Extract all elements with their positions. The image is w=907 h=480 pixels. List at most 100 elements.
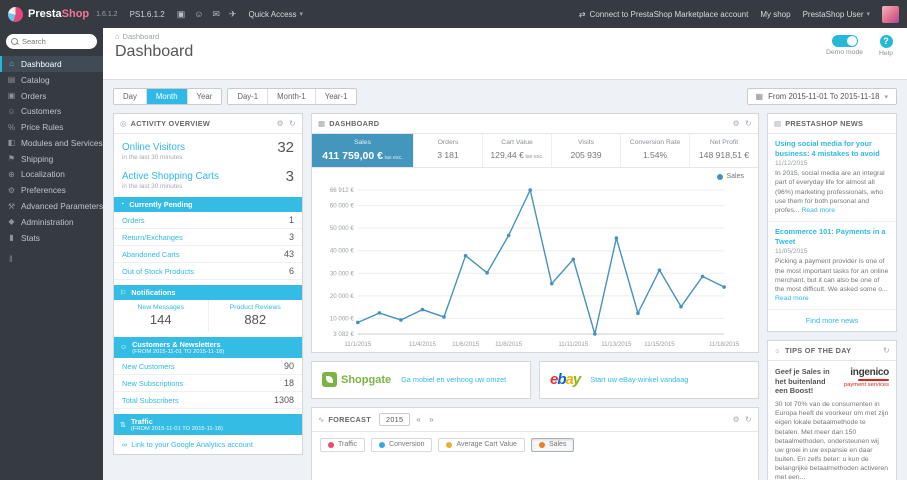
metric-tab-orders[interactable]: Orders 3 181 (414, 134, 483, 167)
news-article-title[interactable]: Using social media for your business: 4 … (775, 139, 889, 158)
envelope-icon[interactable]: ✉ (212, 9, 220, 20)
filter-day-1-button[interactable]: Day-1 (228, 89, 269, 104)
legend-dot (538, 441, 545, 448)
svg-text:40 000 €: 40 000 € (330, 247, 355, 254)
activity-stat-link[interactable]: Active Shopping Carts (122, 171, 219, 182)
svg-text:66 912 €: 66 912 € (330, 186, 355, 193)
refresh-icon[interactable]: ↻ (745, 119, 752, 128)
sidebar-collapse-button[interactable]: ‖ (9, 254, 94, 264)
toggle-switch[interactable] (831, 35, 858, 47)
forecast-legend-sales[interactable]: Sales (530, 437, 575, 452)
ingenico-logo: ingenico payment services (844, 367, 889, 396)
google-analytics-link[interactable]: ∞ Link to your Google Analytics account (114, 435, 302, 454)
news-article-date: 11/12/2015 (775, 160, 808, 168)
ebay-module-banner: ebay Start uw eBay-winkel vandaag (539, 360, 759, 399)
group-icon: ☺ (120, 344, 128, 351)
metric-tab-cart-value[interactable]: Cart Value 129,44 € tax exc. (483, 134, 552, 167)
sidebar-item-administration[interactable]: ◆ Administration (0, 214, 103, 230)
filter-month-1-button[interactable]: Month-1 (268, 89, 316, 104)
filter-year-1-button[interactable]: Year-1 (316, 89, 357, 104)
gear-icon[interactable]: ⚙ (733, 119, 740, 128)
metric-tab-visits[interactable]: Visits 205 939 (552, 134, 621, 167)
sidebar-item-customers[interactable]: ☺ Customers (0, 103, 103, 119)
read-more-link[interactable]: Read more (775, 295, 809, 302)
news-article-title[interactable]: Ecommerce 101: Payments in a Tweet (775, 227, 889, 246)
avatar[interactable] (882, 5, 899, 23)
sidebar-item-label: Catalog (21, 74, 50, 85)
clock-icon: ◔ (120, 201, 125, 208)
sidebar-item-catalog[interactable]: ▤ Catalog (0, 72, 103, 88)
module-banners: Shopgate Ga mobiel en verhoog uw omzet eba… (311, 360, 759, 399)
prestashop-logo[interactable]: PrestaShop 1.6.1.2 (8, 6, 118, 22)
user-menu[interactable]: PrestaShop User ▾ (803, 10, 870, 19)
filter-year-button[interactable]: Year (188, 89, 222, 104)
forecast-panel-title: FORECAST (328, 414, 371, 424)
cart-icon[interactable]: ▣ (177, 9, 186, 20)
gear-icon[interactable]: ⚙ (277, 119, 284, 128)
activity-row-link[interactable]: New Subscriptions (122, 379, 183, 388)
sidebar-item-label: Shipping (21, 153, 54, 164)
sidebar-item-modules-and-services[interactable]: ◧ Modules and Services (0, 135, 103, 151)
activity-row-link[interactable]: Out of Stock Products (122, 267, 194, 276)
activity-cell-product-reviews[interactable]: Product Reviews 882 (207, 300, 303, 332)
activity-row-link[interactable]: Abandoned Carts (122, 250, 180, 259)
sidebar-item-price-rules[interactable]: % Price Rules (0, 119, 103, 135)
traffic-icon: ⇅ (120, 421, 126, 429)
activity-panel-title: ACTIVITY OVERVIEW (130, 119, 211, 128)
search-input[interactable] (6, 34, 97, 49)
page-title: Dashboard (115, 43, 194, 60)
legend-dot (379, 441, 386, 448)
news-article-body: Picking a payment provider is one of the… (775, 258, 889, 303)
filter-day-button[interactable]: Day (114, 89, 147, 104)
refresh-icon[interactable]: ↻ (289, 119, 296, 128)
quick-access-menu[interactable]: Quick Access ▾ (249, 10, 304, 19)
metric-tab-conversion-rate[interactable]: Conversion Rate 1.54% (621, 134, 690, 167)
refresh-icon[interactable]: ↻ (883, 346, 890, 355)
activity-cell-new-messages[interactable]: New Messages 144 (114, 300, 208, 332)
metric-note: tax exc. (383, 155, 403, 161)
person-icon[interactable]: ☺ (194, 9, 203, 20)
marketplace-link[interactable]: ⇄ Connect to PrestaShop Marketplace acco… (579, 10, 748, 19)
activity-row-link[interactable]: Total Subscribers (122, 396, 179, 405)
filter-month-button[interactable]: Month (146, 89, 188, 104)
sidebar-item-localization[interactable]: ⊕ Localization (0, 167, 103, 183)
demo-mode-toggle[interactable]: Demo mode (826, 35, 863, 57)
metric-tab-sales[interactable]: Sales 411 759,00 € tax exc. (312, 134, 414, 167)
forecast-next-button[interactable]: » (427, 415, 436, 424)
activity-row-link[interactable]: Return/Exchanges (122, 233, 183, 242)
activity-row-link[interactable]: Orders (122, 216, 145, 225)
ingenico-swoosh (857, 379, 889, 382)
sidebar-item-shipping[interactable]: ⚑ Shipping (0, 151, 103, 167)
metric-tab-net-profit[interactable]: Net Profit 148 918,51 € (690, 134, 758, 167)
activity-row: Abandoned Carts 43 (114, 246, 302, 263)
activity-row-link[interactable]: New Customers (122, 362, 175, 371)
activity-stat-link[interactable]: Online Visitors (122, 142, 185, 153)
forecast-legend-traffic[interactable]: Traffic (320, 437, 366, 452)
activity-row: New Customers 90 (114, 358, 302, 375)
sidebar-item-stats[interactable]: ▮ Stats (0, 230, 103, 246)
activity-cells: New Messages 144 Product Reviews 882 (114, 300, 302, 332)
activity-row-value: 1 (288, 215, 294, 225)
read-more-link[interactable]: Read more (801, 207, 835, 214)
rocket-icon[interactable]: ✈ (229, 9, 237, 20)
dashboard-panel: ▦ DASHBOARD ⚙ ↻ Sales 411 759,00 € tax ex… (311, 113, 759, 353)
forecast-prev-button[interactable]: « (414, 415, 423, 424)
ebay-module-link[interactable]: Start uw eBay-winkel vandaag (590, 375, 688, 384)
chart-legend-item: Sales (717, 173, 744, 180)
forecast-year-select[interactable]: 2015 (378, 412, 411, 426)
metric-label: Net Profit (709, 139, 739, 146)
my-shop-link[interactable]: My shop (760, 10, 790, 19)
date-range-picker[interactable]: ▦ From 2015-11-01 To 2015-11-18 ▾ (746, 88, 897, 105)
help-button[interactable]: ? Help (879, 35, 893, 57)
find-more-news-link[interactable]: Find more news (768, 310, 896, 331)
gear-icon[interactable]: ⚙ (733, 415, 740, 424)
forecast-legend-average-cart-value[interactable]: Average Cart Value (438, 437, 525, 452)
sidebar-item-orders[interactable]: ▣ Orders (0, 88, 103, 104)
topbar-notification-icons: ▣ ☺ ✉ ✈ (177, 9, 237, 20)
forecast-legend-conversion[interactable]: Conversion (371, 437, 433, 452)
shopgate-module-link[interactable]: Ga mobiel en verhoog uw omzet (401, 375, 506, 384)
sidebar-item-advanced-parameters[interactable]: ⚒ Advanced Parameters (0, 198, 103, 214)
sidebar-item-preferences[interactable]: ⚙ Preferences (0, 182, 103, 198)
refresh-icon[interactable]: ↻ (745, 415, 752, 424)
sidebar-item-dashboard[interactable]: ⌂ Dashboard (0, 56, 103, 72)
